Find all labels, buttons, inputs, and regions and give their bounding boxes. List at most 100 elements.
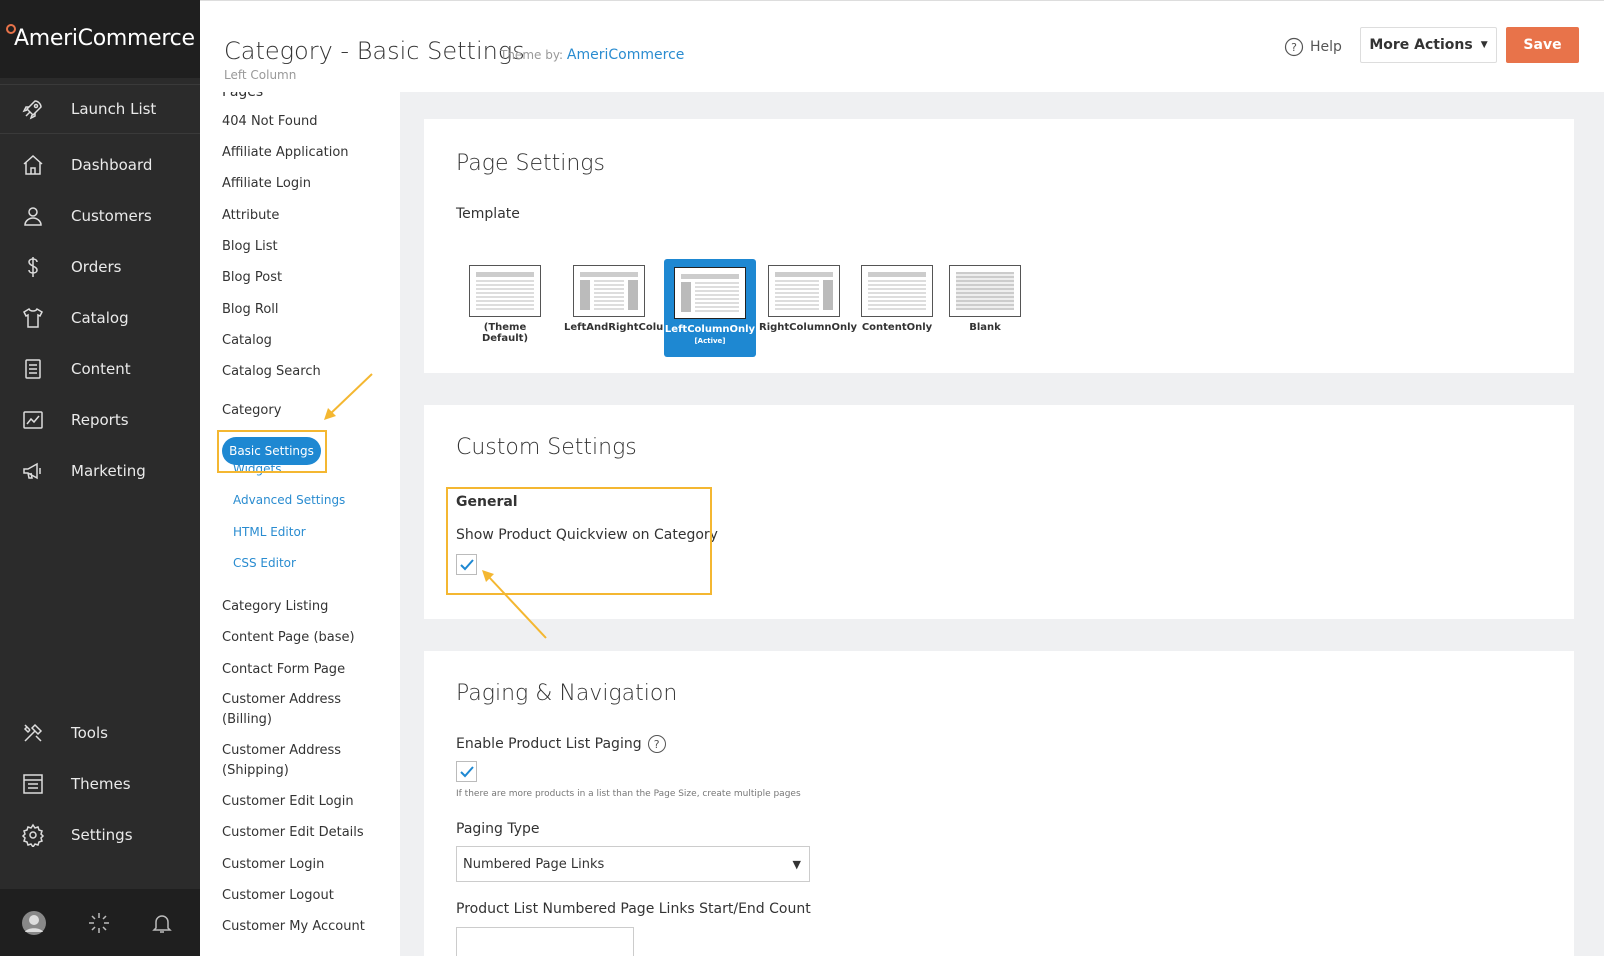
more-actions-label: More Actions	[1369, 37, 1473, 53]
page-settings-title: Page Settings	[456, 151, 605, 176]
loading-spinner-icon[interactable]	[85, 909, 113, 937]
callout-arrow-icon	[324, 373, 373, 420]
page-settings-card: Page Settings Template (Theme Default) L…	[424, 119, 1574, 373]
page-link[interactable]: Customer My Account	[222, 917, 382, 937]
nav-launch-list[interactable]: Launch List	[0, 84, 200, 134]
dollar-icon	[20, 254, 46, 280]
user-icon	[20, 203, 46, 229]
enable-paging-checkbox[interactable]	[456, 761, 477, 782]
sub-link-css-editor[interactable]: CSS Editor	[233, 556, 296, 570]
template-thumb	[674, 267, 746, 319]
nav-label: Reports	[71, 411, 129, 429]
enable-paging-label: Enable Product List Paging?	[456, 735, 666, 753]
nav-content[interactable]: Content	[0, 349, 200, 389]
template-thumb	[469, 265, 541, 317]
svg-text:?: ?	[1291, 41, 1297, 54]
nav-themes[interactable]: Themes	[0, 764, 200, 804]
page-link[interactable]: 404 Not Found	[222, 112, 382, 132]
page-link[interactable]: Attribute	[222, 206, 382, 226]
pages-heading: Pages	[222, 92, 264, 100]
nav-tools[interactable]: Tools	[0, 713, 200, 753]
page-link[interactable]: Contact Form Page	[222, 660, 382, 680]
left-navigation: AmeriCommerce Launch List Dashboard Cust…	[0, 0, 200, 956]
page-link[interactable]: Content Page (base)	[222, 628, 382, 648]
help-link[interactable]: ? Help	[1284, 37, 1342, 57]
template-option-right-column-only[interactable]: RightColumnOnly	[759, 265, 858, 333]
custom-settings-card: Custom Settings General Show Product Qui…	[424, 405, 1574, 619]
enable-paging-hint: If there are more products in a list tha…	[456, 789, 801, 799]
nav-marketing[interactable]: Marketing	[0, 451, 200, 491]
template-name: LeftAndRightColumns	[564, 322, 687, 333]
nav-orders[interactable]: Orders	[0, 247, 200, 287]
main-content: Page Settings Template (Theme Default) L…	[400, 92, 1604, 956]
avatar[interactable]	[20, 909, 48, 937]
template-name: RightColumnOnly	[759, 322, 858, 333]
page-link[interactable]: Affiliate Application	[222, 143, 382, 163]
bell-icon[interactable]	[148, 909, 176, 937]
nav-catalog[interactable]: Catalog	[0, 298, 200, 338]
nav-customers[interactable]: Customers	[0, 196, 200, 236]
nav-label: Orders	[71, 258, 122, 276]
layout-icon	[20, 771, 46, 797]
page-link[interactable]: Blog Roll	[222, 300, 382, 320]
rocket-icon	[20, 96, 46, 122]
paging-navigation-card: Paging & Navigation Enable Product List …	[424, 651, 1574, 956]
template-option-theme-default[interactable]: (Theme Default)	[460, 265, 550, 344]
page-link[interactable]: Customer Edit Login	[222, 792, 382, 812]
template-label: Template	[456, 206, 520, 222]
save-button[interactable]: Save	[1506, 27, 1579, 63]
page-links-count-input[interactable]	[456, 927, 634, 956]
page-link[interactable]: Customer Address (Shipping)	[222, 741, 382, 781]
tools-icon	[20, 720, 46, 746]
template-active-badge: [Active]	[694, 337, 726, 345]
sub-link-advanced-settings[interactable]: Advanced Settings	[233, 493, 345, 507]
page-link[interactable]: Catalog	[222, 331, 382, 351]
brand-name: AmeriCommerce	[14, 26, 195, 51]
page-subtitle: Left Column	[224, 68, 297, 82]
nav-label: Themes	[71, 775, 131, 793]
page-link[interactable]: Customer Logout	[222, 886, 382, 906]
page-link[interactable]: Customer Login	[222, 855, 382, 875]
page-link[interactable]: Blog Post	[222, 268, 382, 288]
template-option-left-column-only[interactable]: LeftColumnOnly [Active]	[664, 259, 756, 357]
custom-settings-title: Custom Settings	[456, 435, 637, 460]
checkmark-icon	[459, 765, 474, 777]
theme-credit-link[interactable]: AmeriCommerce	[567, 47, 684, 63]
template-name: LeftColumnOnly	[664, 324, 756, 335]
more-actions-button[interactable]: More Actions ▼	[1360, 27, 1497, 63]
template-option-blank[interactable]: Blank	[940, 265, 1030, 333]
nav-label: Tools	[71, 724, 108, 742]
theme-credit: Theme by: AmeriCommerce	[500, 47, 684, 63]
pages-list: Pages 404 Not Found Affiliate Applicatio…	[200, 92, 400, 956]
page-link[interactable]: Category Listing	[222, 597, 382, 617]
help-icon[interactable]: ?	[647, 735, 666, 753]
nav-label: Settings	[71, 826, 133, 844]
callout-arrow-icon	[482, 570, 547, 639]
nav-reports[interactable]: Reports	[0, 400, 200, 440]
shirt-icon	[20, 305, 46, 331]
help-icon: ?	[1284, 37, 1304, 57]
page-link[interactable]: Affiliate Login	[222, 174, 382, 194]
nav-settings[interactable]: Settings	[0, 815, 200, 855]
nav-dashboard[interactable]: Dashboard	[0, 145, 200, 185]
template-name: ContentOnly	[861, 322, 933, 333]
megaphone-icon	[20, 458, 46, 484]
document-icon	[20, 356, 46, 382]
theme-credit-prefix: Theme by:	[500, 48, 564, 62]
template-option-content-only[interactable]: ContentOnly	[852, 265, 942, 333]
app-root: AmeriCommerce Launch List Dashboard Cust…	[0, 0, 1604, 956]
paging-type-value: Numbered Page Links	[463, 856, 605, 872]
sub-link-html-editor[interactable]: HTML Editor	[233, 525, 306, 539]
highlight-box	[217, 430, 327, 473]
page-link[interactable]: Blog List	[222, 237, 382, 257]
template-thumb	[573, 265, 645, 317]
nav-label: Catalog	[71, 309, 129, 327]
page-link[interactable]: Customer Edit Details	[222, 823, 382, 843]
template-option-left-right-columns[interactable]: LeftAndRightColumns	[564, 265, 687, 333]
logo[interactable]: AmeriCommerce	[0, 0, 200, 78]
template-thumb	[949, 265, 1021, 317]
paging-type-select[interactable]: Numbered Page Links ▼	[456, 846, 810, 882]
page-link[interactable]: Customer Address (Billing)	[222, 690, 382, 730]
page-links-count-label: Product List Numbered Page Links Start/E…	[456, 901, 811, 917]
nav-label: Marketing	[71, 462, 146, 480]
